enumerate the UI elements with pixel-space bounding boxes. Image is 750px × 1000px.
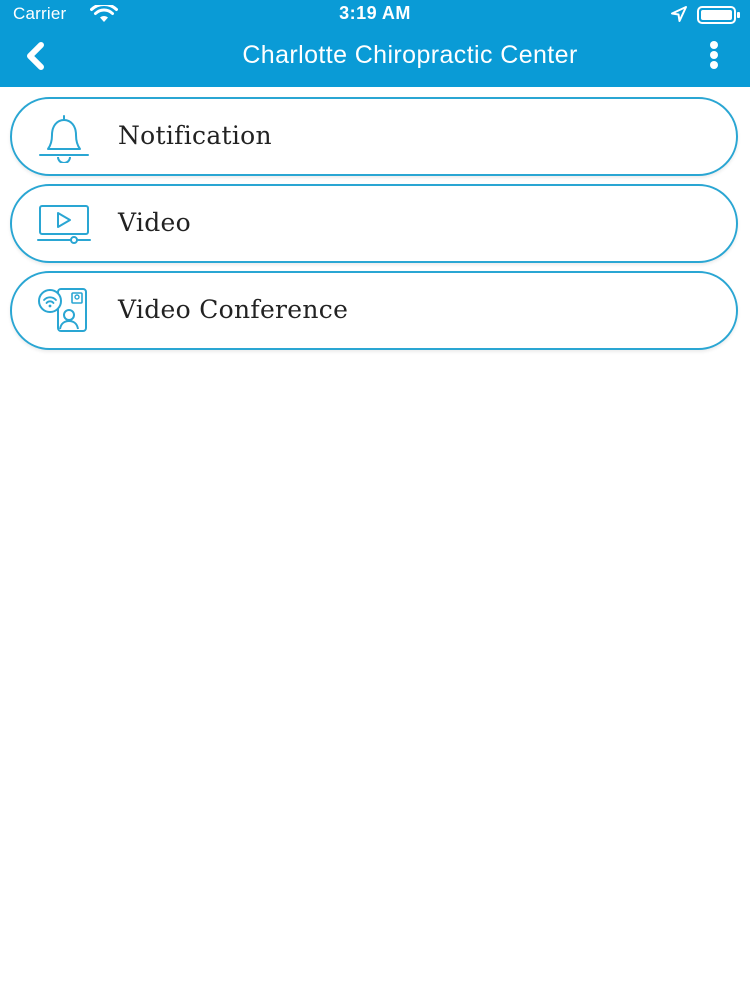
- location-arrow-icon: [671, 6, 687, 22]
- notification-label: Notification: [118, 121, 272, 150]
- status-time: 3:19 AM: [339, 3, 411, 23]
- bell-icon: [39, 115, 89, 163]
- vertical-ellipsis-icon[interactable]: [704, 41, 724, 71]
- navigation-bar: Charlotte Chiropractic Center: [0, 30, 750, 87]
- page-title: Charlotte Chiropractic Center: [242, 41, 578, 69]
- video-conference-button[interactable]: Video Conference: [10, 271, 738, 350]
- video-label: Video: [118, 208, 191, 237]
- video-conference-label: Video Conference: [118, 295, 349, 324]
- video-play-icon: [37, 205, 91, 244]
- video-conference-icon: [38, 288, 87, 332]
- top-bar: Carrier 3:19 AM Charlotte Chiropractic C…: [0, 0, 750, 87]
- battery-full-icon: [697, 6, 740, 24]
- status-bar: Carrier 3:19 AM: [0, 0, 750, 30]
- chevron-left-icon[interactable]: [20, 40, 52, 72]
- notification-button[interactable]: Notification: [10, 97, 738, 176]
- video-button[interactable]: Video: [10, 184, 738, 263]
